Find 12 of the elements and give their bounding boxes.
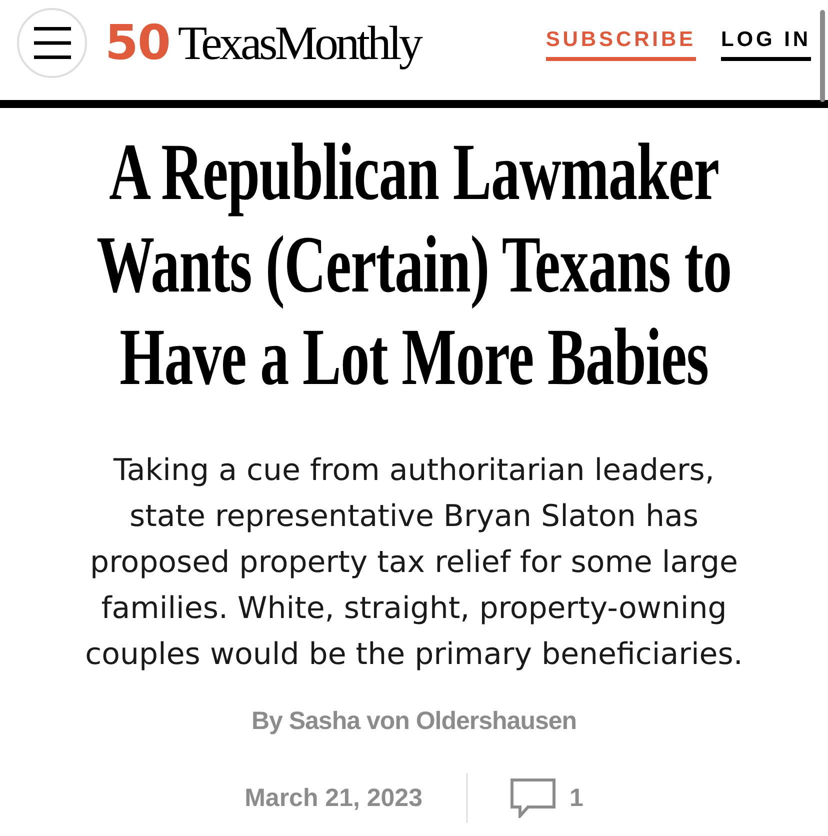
nav-link[interactable]: LOG IN — [721, 25, 811, 61]
article-summary: Taking a cue from authoritarian leaders, state representative Bryan Slaton has proposed property tax relief for some large families. White, straight, property-owning couples would be the primary beneficiaries. — [84, 452, 744, 674]
logo-wordmark[interactable]: TexasMonthly — [178, 20, 420, 68]
comments-link[interactable]: 1 — [510, 778, 584, 818]
anniversary-logo[interactable]: 50 — [105, 18, 170, 66]
menu-icon — [34, 27, 70, 59]
scrollbar-thumb[interactable] — [820, 10, 825, 102]
nav-link[interactable]: SUBSCRIBE — [546, 25, 696, 61]
comment-icon — [510, 778, 556, 818]
publish-date: March 21, 2023 — [244, 783, 422, 814]
byline: By Sasha von Oldershausen — [251, 706, 577, 737]
article-headline: A Republican Lawmaker Wants (Certain) Texans to Have a Lot More Babies — [96, 126, 732, 404]
